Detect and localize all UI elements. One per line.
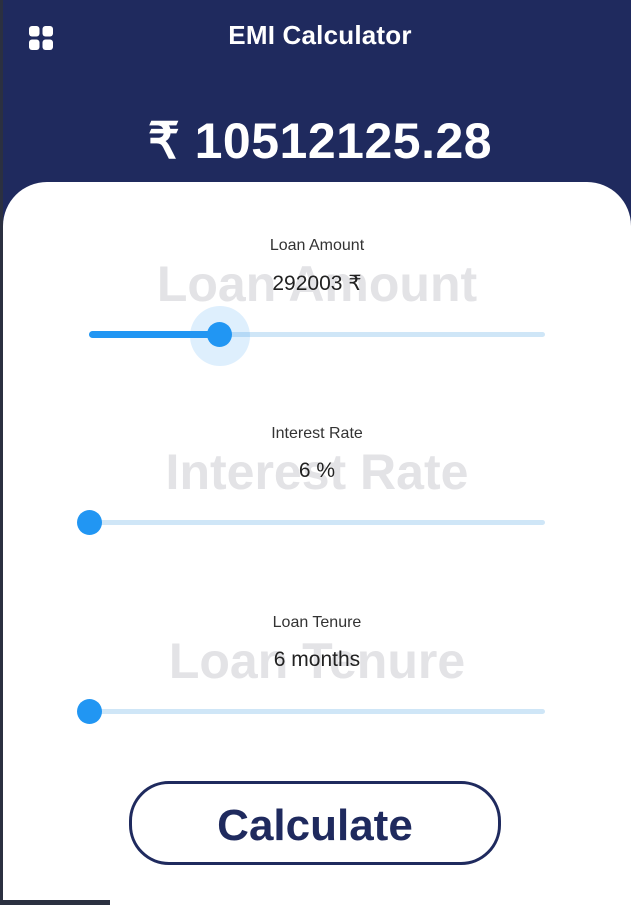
slider-thumb[interactable] bbox=[77, 699, 102, 724]
interest-rate-value: 6 % bbox=[298, 459, 336, 482]
loan-tenure-label: Loan Tenure bbox=[272, 614, 362, 631]
calculate-button[interactable]: Calculate bbox=[129, 781, 501, 865]
slider-thumb[interactable] bbox=[77, 510, 102, 535]
app-title: EMI Calculator bbox=[228, 20, 412, 50]
window-edge-right bbox=[631, 0, 636, 905]
interest-rate-field: Interest Rate Interest Rate 6 % bbox=[3, 425, 631, 575]
interest-rate-label: Interest Rate bbox=[271, 425, 363, 442]
slider-thumb[interactable] bbox=[207, 322, 232, 347]
loan-amount-value: 292003 ₹ bbox=[272, 272, 362, 295]
loan-tenure-field: Loan Tenure Loan Tenure 6 months bbox=[3, 614, 631, 764]
emi-result-amount: ₹ 10512125.28 bbox=[147, 113, 493, 169]
emi-calculator-app: EMI Calculator ₹ 10512125.28 Loan Amount… bbox=[0, 0, 636, 905]
slider-track bbox=[89, 709, 545, 714]
window-edge-bottom bbox=[0, 900, 110, 905]
loan-tenure-value: 6 months bbox=[273, 648, 361, 671]
interest-rate-slider[interactable] bbox=[77, 507, 545, 537]
input-card: Loan Amount Loan Amount 292003 ₹ Interes… bbox=[3, 182, 631, 905]
loan-amount-label: Loan Amount bbox=[269, 237, 365, 254]
loan-amount-slider[interactable] bbox=[89, 306, 545, 366]
loan-tenure-slider[interactable] bbox=[77, 696, 545, 726]
slider-track bbox=[89, 520, 545, 525]
loan-amount-field: Loan Amount Loan Amount 292003 ₹ bbox=[3, 237, 631, 387]
